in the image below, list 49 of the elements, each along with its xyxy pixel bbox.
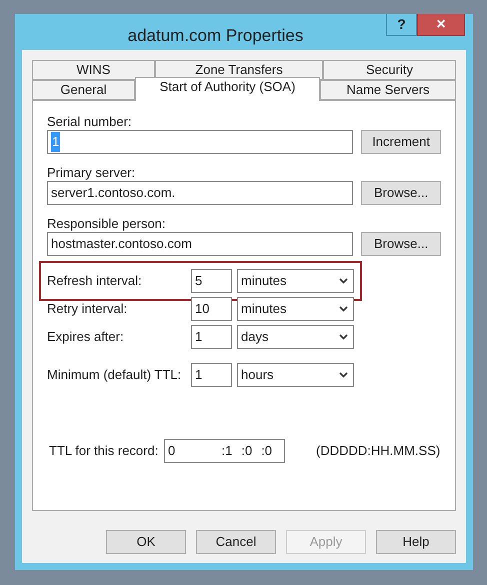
- tab[interactable]: WINS: [32, 60, 155, 80]
- dropdown-value: hours: [241, 366, 274, 384]
- dropdown-value: minutes: [241, 272, 287, 290]
- chevron-down-icon: [339, 372, 348, 378]
- field-value: server1.contoso.com.: [51, 184, 176, 202]
- chevron-down-icon: [339, 278, 348, 284]
- close-button[interactable]: ×: [417, 14, 465, 36]
- tab[interactable]: Security: [323, 60, 456, 80]
- interval-label: Refresh interval:: [47, 272, 143, 290]
- format-hint: (DDDDD:HH.MM.SS): [316, 442, 440, 460]
- browse-button[interactable]: Browse...: [361, 181, 441, 205]
- dropdown-value: days: [241, 328, 268, 346]
- unit-dropdown[interactable]: hours: [237, 363, 354, 387]
- dropdown-value: minutes: [241, 300, 287, 318]
- field-value: 1: [51, 132, 60, 152]
- ttl-part: 0: [168, 442, 176, 460]
- text-field[interactable]: server1.contoso.com.: [47, 181, 354, 205]
- interval-label: Retry interval:: [47, 300, 128, 318]
- field-label: Responsible person:: [47, 215, 166, 232]
- field-label: Serial number:: [47, 113, 132, 130]
- chevron-down-icon: [339, 306, 348, 312]
- field-value: hostmaster.contoso.com: [51, 235, 192, 254]
- ttl-label: TTL for this record:: [49, 442, 160, 460]
- unit-dropdown[interactable]: days: [237, 325, 354, 349]
- text-field[interactable]: hostmaster.contoso.com: [47, 232, 354, 256]
- number-field[interactable]: 1: [191, 325, 232, 349]
- window-title: adatum.com Properties: [128, 25, 304, 47]
- ttl-field[interactable]: 0 :1 :0 :0: [164, 439, 285, 463]
- chevron-down-icon: [339, 334, 348, 340]
- field-label: Primary server:: [47, 164, 136, 181]
- interval-label: Minimum (default) TTL:: [47, 366, 182, 384]
- browse-button[interactable]: Browse...: [361, 232, 441, 256]
- number-field[interactable]: 10: [191, 297, 232, 321]
- number-field[interactable]: 5: [191, 269, 232, 293]
- ttl-part: :0: [261, 442, 274, 460]
- help-button[interactable]: ?: [386, 14, 417, 36]
- dialog-button[interactable]: OK: [106, 530, 186, 554]
- browse-button[interactable]: Increment: [361, 130, 441, 154]
- tab[interactable]: Name Servers: [320, 80, 456, 100]
- tab[interactable]: Start of Authority (SOA): [135, 77, 320, 101]
- ttl-part: :1: [222, 442, 234, 460]
- tab[interactable]: General: [32, 80, 135, 100]
- unit-dropdown[interactable]: minutes: [237, 269, 354, 293]
- unit-dropdown[interactable]: minutes: [237, 297, 354, 321]
- dialog-button[interactable]: Help: [376, 530, 456, 554]
- interval-label: Expires after:: [47, 328, 125, 346]
- number-field[interactable]: 1: [191, 363, 232, 387]
- dialog-button[interactable]: Cancel: [196, 530, 276, 554]
- ttl-part: :0: [241, 442, 254, 460]
